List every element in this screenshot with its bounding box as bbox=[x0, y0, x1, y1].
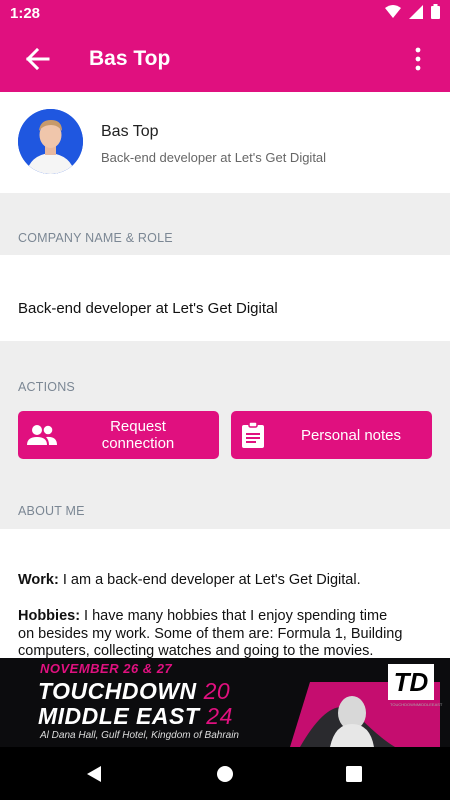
avatar bbox=[18, 109, 83, 174]
page-title: Bas Top bbox=[89, 47, 171, 70]
status-icons bbox=[385, 4, 440, 19]
profile-content[interactable]: Bas Top Back-end developer at Let's Get … bbox=[0, 92, 450, 658]
wifi-icon bbox=[385, 4, 401, 18]
section-label-company: COMPANY NAME & ROLE bbox=[18, 231, 173, 245]
battery-icon bbox=[431, 4, 440, 19]
ad-title-line1: TOUCHDOWN 20 bbox=[38, 678, 230, 705]
nav-recents-icon[interactable] bbox=[346, 766, 362, 782]
ad-logo: TD bbox=[388, 664, 434, 700]
ad-title-word2: MIDDLE EAST bbox=[38, 703, 200, 729]
system-nav-bar bbox=[0, 747, 450, 800]
section-label-actions: ACTIONS bbox=[18, 380, 75, 394]
company-card bbox=[0, 255, 450, 341]
status-bar: 1:28 bbox=[0, 0, 450, 26]
about-hobbies-line3: computers, collecting watches and going … bbox=[18, 643, 374, 658]
ad-year-part1: 20 bbox=[203, 678, 231, 704]
ad-title-word1: TOUCHDOWN bbox=[38, 678, 197, 704]
about-work: Work: I am a back-end developer at Let's… bbox=[18, 572, 433, 590]
profile-name: Bas Top bbox=[101, 123, 159, 140]
people-icon bbox=[27, 425, 57, 445]
ad-title-line2: MIDDLE EAST 24 bbox=[38, 703, 233, 730]
about-work-key: Work: bbox=[18, 572, 59, 588]
about-hobbies-line2: on besides my work. Some of them are: Fo… bbox=[18, 625, 403, 642]
cellular-icon bbox=[409, 4, 423, 19]
ad-logo-subtext: TOUCHDOWNMIDDLEEAST bbox=[390, 702, 443, 707]
personal-notes-label: Personal notes bbox=[300, 426, 402, 444]
ad-venue: Al Dana Hall, Gulf Hotel, Kingdom of Bah… bbox=[40, 730, 239, 741]
ad-date: NOVEMBER 26 & 27 bbox=[40, 661, 173, 676]
profile-role: Back-end developer at Let's Get Digital bbox=[101, 150, 327, 165]
about-hobbies-key: Hobbies: bbox=[18, 608, 81, 624]
request-label-line2: connection bbox=[101, 435, 175, 452]
nav-back-icon[interactable] bbox=[85, 765, 103, 783]
person-photo-icon bbox=[18, 109, 83, 174]
ad-banner[interactable]: NOVEMBER 26 & 27 TOUCHDOWN 20 MIDDLE EAS… bbox=[0, 658, 450, 747]
request-connection-button[interactable]: Request connection bbox=[18, 411, 219, 459]
back-arrow-icon[interactable] bbox=[22, 44, 54, 74]
ad-year-part2: 24 bbox=[206, 703, 233, 729]
request-label-line1: Request bbox=[110, 418, 166, 435]
company-role-text: Back-end developer at Let's Get Digital bbox=[18, 300, 278, 317]
about-hobbies-line1: I have many hobbies that I enjoy spendin… bbox=[80, 608, 388, 624]
about-work-value: I am a back-end developer at Let's Get D… bbox=[58, 572, 361, 588]
app-bar: Bas Top bbox=[0, 26, 450, 92]
clipboard-icon bbox=[242, 422, 264, 448]
more-vert-icon[interactable] bbox=[412, 46, 424, 72]
section-label-about: ABOUT ME bbox=[18, 504, 85, 518]
about-hobbies: Hobbies: I have many hobbies that I enjo… bbox=[18, 608, 433, 658]
profile-card: Bas Top Back-end developer at Let's Get … bbox=[0, 92, 450, 193]
nav-home-icon[interactable] bbox=[216, 765, 234, 783]
personal-notes-button[interactable]: Personal notes bbox=[231, 411, 432, 459]
status-time: 1:28 bbox=[10, 5, 41, 22]
